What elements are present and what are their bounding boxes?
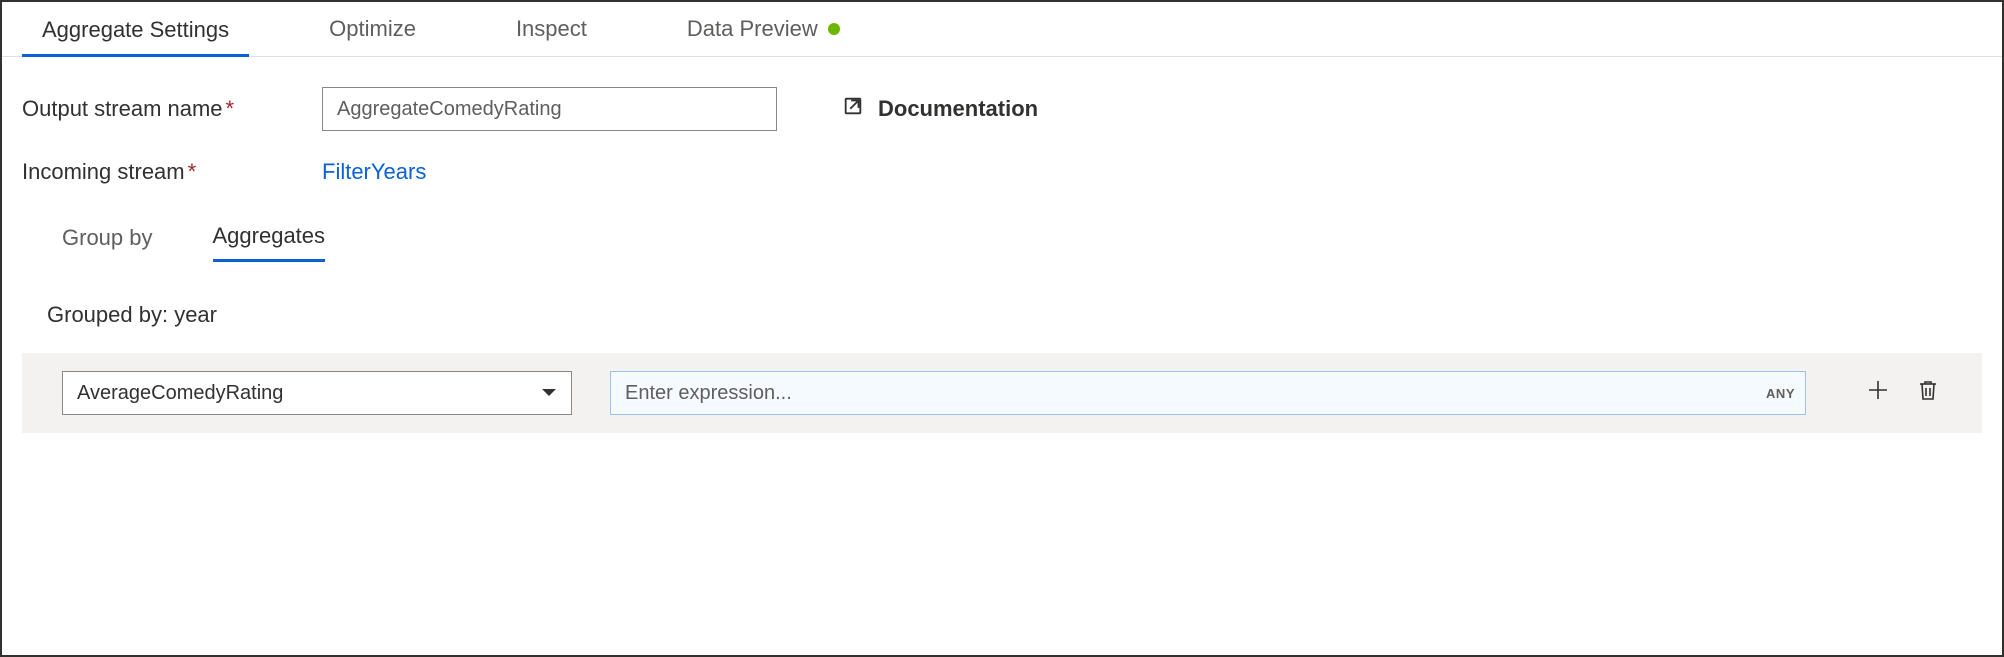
aggregate-row: AverageComedyRating Enter expression... … [22,353,1982,433]
open-external-icon [842,95,864,123]
sub-tab-strip: Group by Aggregates [62,213,1982,262]
expression-placeholder: Enter expression... [625,382,792,405]
required-asterisk-icon: * [188,159,197,184]
incoming-stream-row: Incoming stream* FilterYears [22,159,1982,185]
chevron-down-icon [541,382,557,404]
incoming-stream-value[interactable]: FilterYears [322,159,426,185]
output-stream-input[interactable] [322,87,777,131]
plus-icon [1866,378,1890,408]
grouped-by-text: Grouped by: year [47,302,1982,328]
required-asterisk-icon: * [226,96,235,121]
type-badge: ANY [1766,386,1795,401]
tab-aggregate-settings[interactable]: Aggregate Settings [22,3,249,57]
documentation-text: Documentation [878,96,1038,122]
tab-inspect[interactable]: Inspect [496,2,607,56]
sub-tab-group-by[interactable]: Group by [62,215,153,261]
tab-label: Aggregate Settings [42,17,229,43]
row-actions [1864,379,1942,407]
tab-optimize[interactable]: Optimize [309,2,436,56]
output-stream-label: Output stream name* [22,96,322,122]
sub-tab-aggregates[interactable]: Aggregates [213,213,326,262]
sub-tab-label: Aggregates [213,223,326,248]
tab-label: Inspect [516,16,587,42]
output-stream-row: Output stream name* Documentation [22,87,1982,131]
label-text: Incoming stream [22,159,185,184]
documentation-link[interactable]: Documentation [842,95,1038,123]
sub-tab-label: Group by [62,225,153,250]
tab-label: Optimize [329,16,416,42]
delete-button[interactable] [1914,379,1942,407]
incoming-stream-label: Incoming stream* [22,159,322,185]
label-text: Output stream name [22,96,223,121]
form-area: Output stream name* Documentation Incomi… [2,57,2002,453]
column-select[interactable]: AverageComedyRating [62,371,572,415]
top-tab-strip: Aggregate Settings Optimize Inspect Data… [2,2,2002,57]
add-button[interactable] [1864,379,1892,407]
trash-icon [1916,378,1940,408]
tab-data-preview[interactable]: Data Preview [667,2,860,56]
column-select-value: AverageComedyRating [77,382,283,405]
status-dot-icon [828,23,840,35]
expression-input[interactable]: Enter expression... ANY [610,371,1806,415]
tab-label: Data Preview [687,16,818,42]
